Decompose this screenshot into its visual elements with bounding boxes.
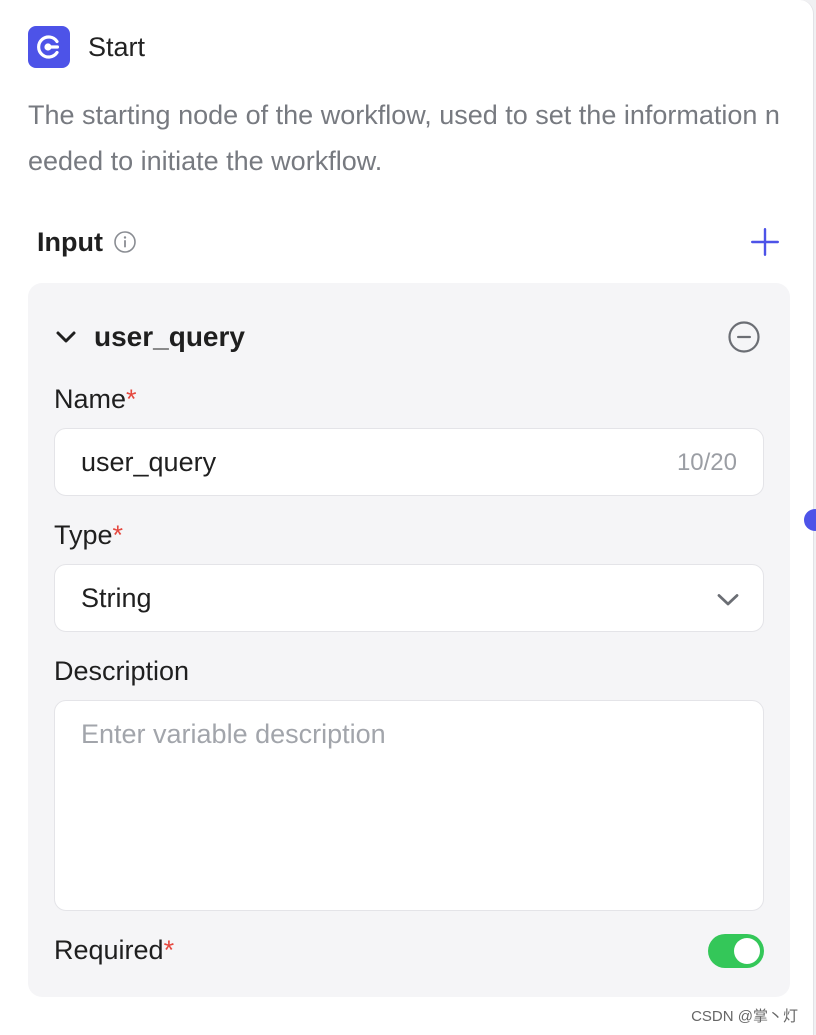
collapse-toggle[interactable] <box>54 325 78 349</box>
name-char-count: 10/20 <box>676 449 737 476</box>
node-title: Start <box>88 31 146 62</box>
required-toggle[interactable] <box>708 934 764 968</box>
minus-circle-icon <box>728 321 760 353</box>
plus-icon <box>751 228 779 256</box>
toggle-knob <box>734 938 760 964</box>
variable-card-header: user_query <box>54 317 762 357</box>
type-field-label: Type* <box>54 520 123 551</box>
add-variable-button[interactable] <box>747 224 783 260</box>
name-field-label: Name* <box>54 384 137 415</box>
info-icon[interactable] <box>113 230 137 254</box>
variable-card: user_query Name* user_query 10/20 Type* … <box>28 283 790 997</box>
description-field-label: Description <box>54 656 189 687</box>
required-label-text: Required <box>54 935 164 965</box>
type-label-text: Type <box>54 520 113 550</box>
description-input-box <box>54 700 764 911</box>
remove-variable-button[interactable] <box>726 319 762 355</box>
input-section-label: Input <box>37 226 103 257</box>
variable-title: user_query <box>94 321 245 352</box>
chevron-down-icon <box>717 594 739 606</box>
watermark: CSDN @掌丶灯 <box>689 1004 800 1027</box>
input-section-header: Input <box>37 222 783 262</box>
type-select-value: String <box>81 583 152 613</box>
node-header: Start <box>28 26 145 68</box>
name-input[interactable]: user_query 10/20 <box>54 428 764 496</box>
description-label-text: Description <box>54 656 190 686</box>
required-star: * <box>126 384 137 414</box>
required-star: * <box>163 935 175 965</box>
start-node-icon <box>28 26 70 68</box>
name-input-value: user_query <box>81 447 217 477</box>
type-select[interactable]: String <box>54 564 764 632</box>
description-textarea[interactable] <box>55 701 763 910</box>
required-field-label: Required* <box>54 935 174 966</box>
start-node-panel: Start The starting node of the workflow,… <box>0 0 814 1035</box>
required-star: * <box>112 520 124 550</box>
chevron-down-icon <box>56 331 76 343</box>
node-description: The starting node of the workflow, used … <box>28 100 780 176</box>
name-label-text: Name <box>54 384 127 414</box>
